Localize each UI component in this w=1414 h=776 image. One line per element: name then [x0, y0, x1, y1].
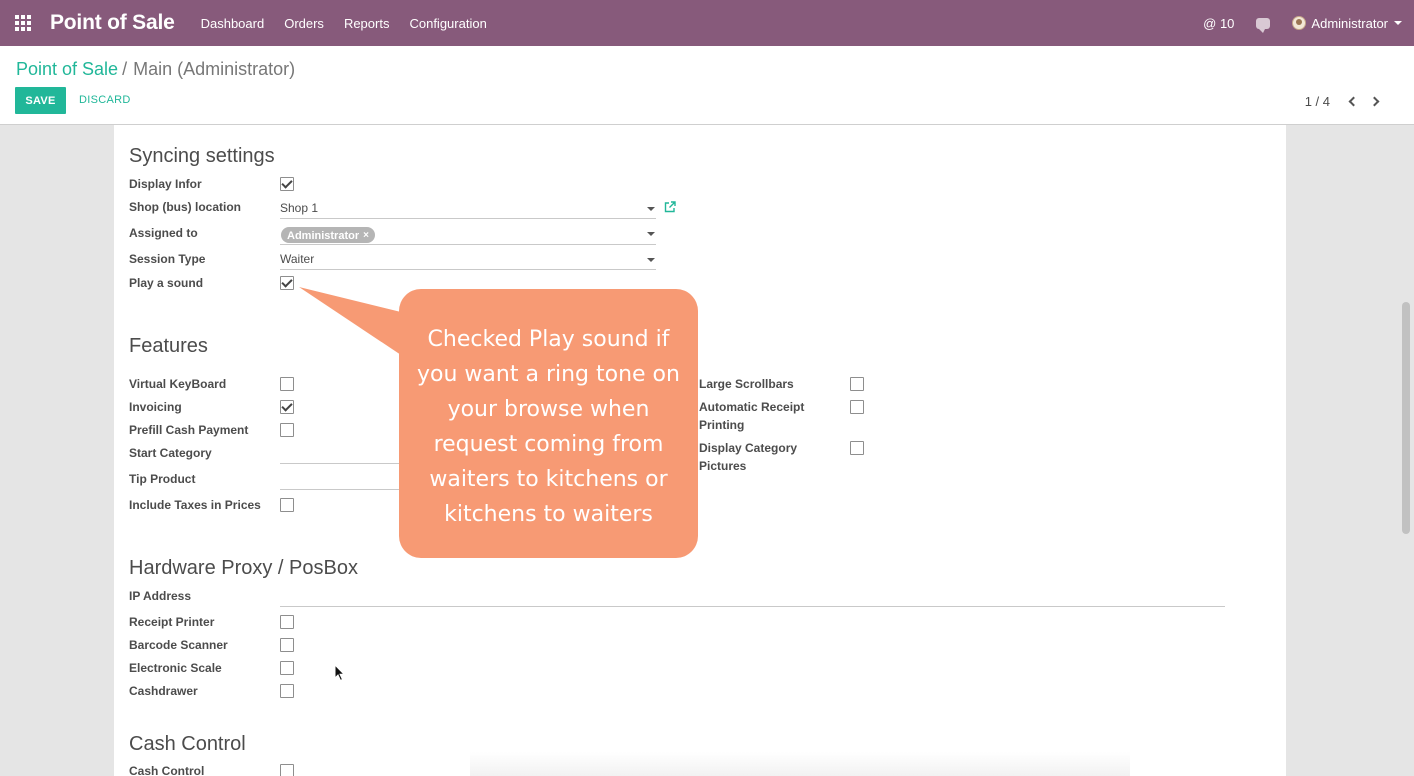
label-auto-receipt-line2: Printing	[699, 418, 745, 432]
label-display-category-pictures: Display Category Pictures	[699, 439, 797, 475]
app-title: Point of Sale	[50, 11, 175, 34]
section-title-features: Features	[129, 335, 208, 357]
checkbox-barcode-scanner[interactable]	[280, 638, 294, 652]
mentions-counter[interactable]: @ 10	[1203, 16, 1234, 31]
label-cashdrawer: Cashdrawer	[129, 684, 198, 698]
checkbox-prefill-cash[interactable]	[280, 423, 294, 437]
checkbox-display-infor[interactable]	[280, 177, 294, 191]
chevron-left-icon	[1348, 96, 1359, 106]
label-display-category-line2: Pictures	[699, 459, 747, 473]
checkbox-receipt-printer[interactable]	[280, 615, 294, 629]
top-navbar: Point of Sale Dashboard Orders Reports C…	[0, 0, 1414, 46]
label-tip-product: Tip Product	[129, 472, 196, 486]
callout-line: Checked Play sound if	[427, 327, 670, 352]
pager-previous-button[interactable]	[1340, 91, 1364, 111]
label-session-type: Session Type	[129, 252, 206, 266]
breadcrumb-root[interactable]: Point of Sale	[16, 59, 118, 79]
label-auto-receipt: Automatic Receipt Printing	[699, 398, 804, 434]
checkbox-cash-control[interactable]	[280, 764, 294, 776]
callout-line: kitchens to waiters	[444, 502, 653, 527]
label-play-sound: Play a sound	[129, 276, 204, 290]
tip-product-field[interactable]	[280, 489, 410, 490]
label-receipt-printer: Receipt Printer	[129, 615, 215, 629]
avatar	[1292, 16, 1307, 30]
discard-button[interactable]: DISCARD	[79, 94, 131, 106]
chevron-down-icon	[647, 232, 655, 236]
checkbox-invoicing[interactable]	[280, 400, 294, 414]
checkbox-display-category-pictures[interactable]	[850, 441, 864, 455]
section-title-cash-control: Cash Control	[129, 733, 246, 755]
tag-remove-icon[interactable]: ×	[363, 230, 369, 241]
assigned-tag-label: Administrator	[287, 229, 360, 242]
pager-next-button[interactable]	[1364, 91, 1388, 111]
label-shop-location: Shop (bus) location	[129, 200, 241, 214]
checkbox-include-taxes[interactable]	[280, 498, 294, 512]
label-include-taxes: Include Taxes in Prices	[129, 498, 261, 512]
label-large-scrollbars: Large Scrollbars	[699, 377, 794, 391]
callout-annotation: Checked Play sound if you want a ring to…	[399, 289, 698, 558]
label-barcode-scanner: Barcode Scanner	[129, 638, 228, 652]
pager: 1 / 4	[1305, 91, 1388, 111]
callout-line: request coming from	[433, 432, 664, 457]
section-title-syncing: Syncing settings	[129, 145, 275, 167]
label-assigned-to: Assigned to	[129, 226, 198, 240]
chevron-down-icon	[1394, 21, 1402, 25]
mouse-cursor-icon	[334, 664, 346, 682]
label-auto-receipt-line1: Automatic Receipt	[699, 400, 805, 414]
ip-address-input[interactable]	[280, 606, 1225, 607]
checkbox-virtual-keyboard[interactable]	[280, 377, 294, 391]
callout-line: you want a ring tone on	[417, 362, 680, 387]
label-ip-address: IP Address	[129, 589, 192, 603]
label-cash-control: Cash Control	[129, 764, 205, 776]
callout-line: waiters to kitchens or	[429, 467, 668, 492]
label-start-category: Start Category	[129, 446, 212, 460]
breadcrumb-current: Main (Administrator)	[133, 59, 296, 79]
control-panel: Point of Sale / Main (Administrator) SAVE …	[0, 46, 1414, 125]
label-display-category-line1: Display Category	[699, 441, 798, 455]
menu-dashboard[interactable]: Dashboard	[201, 16, 265, 31]
chevron-down-icon	[647, 258, 655, 262]
checkbox-cashdrawer[interactable]	[280, 684, 294, 698]
chevron-right-icon	[1369, 96, 1380, 106]
label-electronic-scale: Electronic Scale	[129, 661, 222, 675]
shop-location-select[interactable]: Shop 1	[280, 199, 656, 219]
menu-reports[interactable]: Reports	[344, 16, 390, 31]
label-prefill-cash: Prefill Cash Payment	[129, 423, 249, 437]
chat-icon[interactable]	[1256, 17, 1271, 33]
label-invoicing: Invoicing	[129, 400, 182, 414]
user-name: Administrator	[1311, 15, 1388, 31]
chevron-down-icon	[647, 207, 655, 211]
checkbox-electronic-scale[interactable]	[280, 661, 294, 675]
menu-configuration[interactable]: Configuration	[409, 16, 486, 31]
label-virtual-keyboard: Virtual KeyBoard	[129, 377, 227, 391]
scrollbar[interactable]	[1402, 302, 1410, 534]
shop-location-value: Shop 1	[280, 201, 319, 215]
external-link-icon[interactable]	[664, 201, 676, 213]
callout-line: your browse when	[447, 397, 650, 422]
breadcrumb-separator: /	[122, 59, 128, 79]
breadcrumb: Point of Sale / Main (Administrator)	[16, 59, 295, 80]
label-display-infor: Display Infor	[129, 177, 202, 191]
bottom-fade	[470, 752, 1130, 776]
user-menu[interactable]: Administrator	[1292, 16, 1402, 31]
checkbox-large-scrollbars[interactable]	[850, 377, 864, 391]
session-type-select[interactable]: Waiter	[280, 250, 656, 270]
section-title-hardware: Hardware Proxy / PosBox	[129, 557, 358, 579]
session-type-value: Waiter	[280, 252, 315, 266]
assigned-tag: Administrator ×	[281, 227, 375, 243]
save-button[interactable]: SAVE	[15, 87, 66, 114]
menu-orders[interactable]: Orders	[284, 16, 324, 31]
checkbox-play-sound[interactable]	[280, 276, 294, 290]
apps-menu-icon[interactable]	[0, 0, 46, 46]
checkbox-auto-receipt[interactable]	[850, 400, 864, 414]
pager-value[interactable]: 1 / 4	[1305, 94, 1330, 109]
start-category-field[interactable]	[280, 463, 410, 464]
